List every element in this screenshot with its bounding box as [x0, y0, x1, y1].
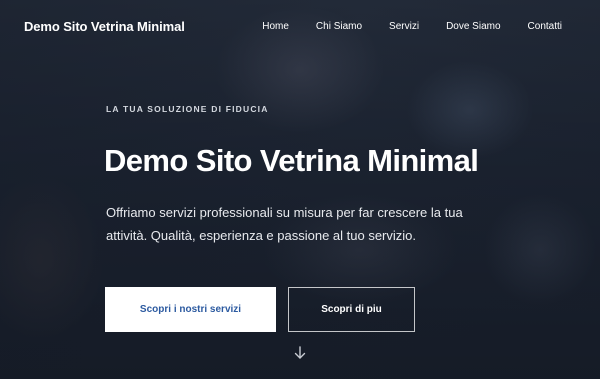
hero-title: Demo Sito Vetrina Minimal: [104, 143, 479, 178]
arrow-down-icon[interactable]: [291, 344, 309, 362]
nav-item-chi-siamo[interactable]: Chi Siamo: [316, 21, 362, 32]
nav-item-home[interactable]: Home: [262, 21, 289, 32]
nav-menu: Home Chi Siamo Servizi Dove Siamo Contat…: [235, 21, 562, 32]
nav-item-contatti[interactable]: Contatti: [528, 21, 562, 32]
navbar: Demo Sito Vetrina Minimal Home Chi Siamo…: [0, 0, 600, 56]
nav-item-dove-siamo[interactable]: Dove Siamo: [446, 21, 500, 32]
nav-item-servizi[interactable]: Servizi: [389, 21, 419, 32]
discover-more-button[interactable]: Scopri di piu: [288, 287, 415, 332]
discover-services-button[interactable]: Scopri i nostri servizi: [105, 287, 276, 332]
hero-eyebrow: LA TUA SOLUZIONE DI FIDUCIA: [106, 104, 269, 114]
hero-subtitle: Offriamo servizi professionali su misura…: [106, 205, 463, 243]
brand-logo-text[interactable]: Demo Sito Vetrina Minimal: [24, 19, 185, 34]
